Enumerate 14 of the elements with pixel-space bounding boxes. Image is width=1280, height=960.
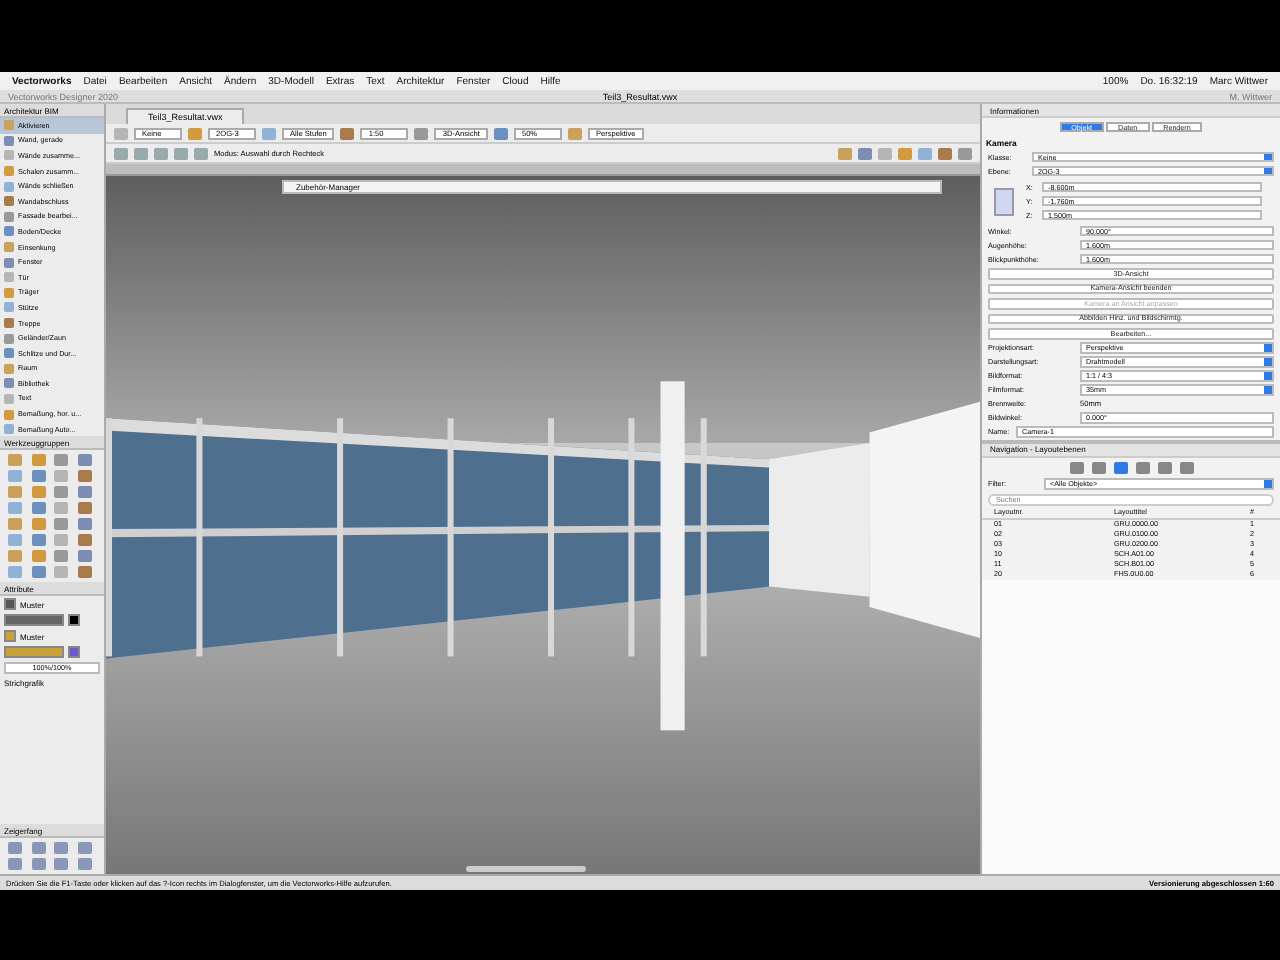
toolbar-icon[interactable]: [414, 127, 429, 139]
toolbar-icon[interactable]: [493, 127, 508, 139]
fill-swatch[interactable]: [4, 598, 16, 611]
toolbar-icon[interactable]: [567, 127, 582, 139]
color-swatch[interactable]: [68, 614, 80, 627]
color-swatch[interactable]: [68, 646, 80, 659]
line-pattern: [4, 646, 64, 659]
toolbar-icon[interactable]: [340, 127, 355, 139]
fill-pattern: [4, 614, 64, 627]
toolbar-icon[interactable]: [262, 127, 276, 139]
camera-icon: [994, 187, 1014, 215]
scrollbar[interactable]: [466, 866, 586, 872]
pen-swatch[interactable]: [4, 630, 16, 643]
chevron-icon: [1264, 480, 1272, 488]
